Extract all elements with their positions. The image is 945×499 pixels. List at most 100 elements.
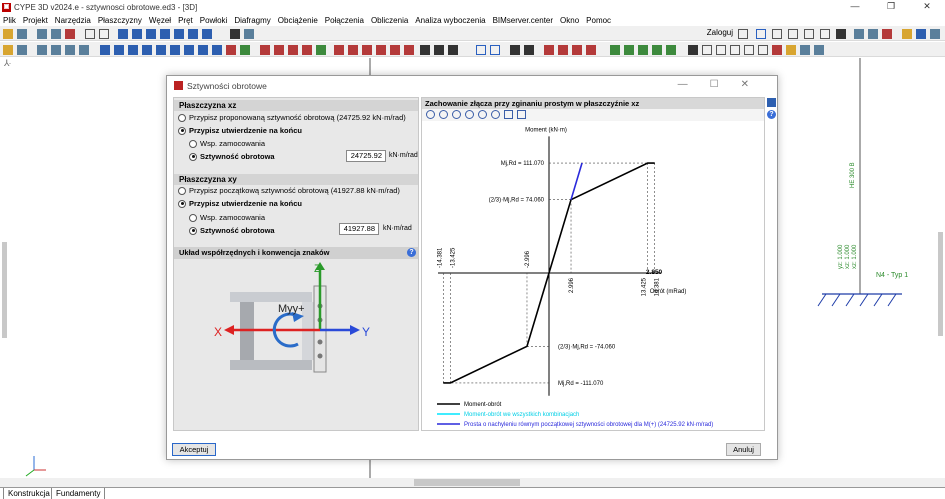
horizontal-scroll-thumb[interactable] xyxy=(414,479,520,486)
calculate-icon[interactable] xyxy=(510,45,520,55)
diagram-axial-icon[interactable] xyxy=(572,45,582,55)
menu-powloki[interactable]: Powłoki xyxy=(200,16,228,25)
right-scrollbar[interactable] xyxy=(936,72,945,478)
chart-zoom-icon[interactable] xyxy=(478,110,487,119)
chart-print-icon[interactable] xyxy=(504,110,513,119)
pipe-icon[interactable] xyxy=(420,45,430,55)
redo-icon[interactable] xyxy=(99,29,109,39)
xz-stiffness-input[interactable]: 24725.92 xyxy=(346,150,386,162)
xz-coef-radio[interactable]: Wsp. zamocowania xyxy=(189,139,265,148)
slab-icon[interactable] xyxy=(448,45,458,55)
minimize-button[interactable]: — xyxy=(837,0,873,13)
load-delete-icon[interactable] xyxy=(302,45,312,55)
undo-icon[interactable] xyxy=(85,29,95,39)
grid-view-icon[interactable] xyxy=(772,29,782,39)
menu-narzedzia[interactable]: Narzędzia xyxy=(55,16,91,25)
zoom-out-icon[interactable] xyxy=(160,29,170,39)
print-icon[interactable] xyxy=(37,29,47,39)
load-view-icon[interactable] xyxy=(316,45,326,55)
export-3d-icon[interactable] xyxy=(800,45,810,55)
dialog-maximize-button[interactable]: ☐ xyxy=(710,79,741,90)
right-scroll-thumb[interactable] xyxy=(938,232,943,336)
open-file-icon[interactable] xyxy=(3,29,13,39)
seismic-icon[interactable] xyxy=(376,45,386,55)
coord-help-icon[interactable]: ? xyxy=(407,248,416,257)
deflection-icon[interactable] xyxy=(156,45,166,55)
diagram-shear-icon[interactable] xyxy=(558,45,568,55)
menu-plik[interactable]: Plik xyxy=(3,16,16,25)
xy-initial-radio[interactable]: Przypisz początkową sztywność obrotową (… xyxy=(178,186,400,195)
layers-icon[interactable] xyxy=(3,45,13,55)
search-icon[interactable] xyxy=(738,29,748,39)
measure-icon[interactable] xyxy=(744,45,754,55)
xy-stiffness-radio[interactable]: Sztywność obrotowa xyxy=(189,226,275,235)
help-icon[interactable] xyxy=(916,29,926,39)
bar-group-icon[interactable] xyxy=(79,45,89,55)
export-icon[interactable] xyxy=(882,29,892,39)
chart-zoom-out-icon[interactable] xyxy=(465,110,474,119)
table-icon[interactable] xyxy=(716,45,726,55)
perspective-icon[interactable] xyxy=(244,29,254,39)
diagram-deform-icon[interactable] xyxy=(586,45,596,55)
material-icon[interactable] xyxy=(128,45,138,55)
bar-icon[interactable] xyxy=(51,45,61,55)
save-icon[interactable] xyxy=(17,29,27,39)
xy-coef-radio[interactable]: Wsp. zamocowania xyxy=(189,213,265,222)
drawing-icon[interactable] xyxy=(702,45,712,55)
menu-plaszczyzny[interactable]: Płaszczyzny xyxy=(98,16,142,25)
menu-okno[interactable]: Okno xyxy=(560,16,579,25)
menu-pret[interactable]: Pręt xyxy=(178,16,193,25)
xy-stiffness-input[interactable]: 41927.88 xyxy=(339,223,379,235)
xz-stiffness-radio[interactable]: Sztywność obrotowa xyxy=(189,152,275,161)
rotate-icon[interactable] xyxy=(804,29,814,39)
grid-icon[interactable] xyxy=(51,29,61,39)
load-panel-icon[interactable] xyxy=(288,45,298,55)
stiffness-icon[interactable] xyxy=(240,45,250,55)
plate-icon[interactable] xyxy=(434,45,444,55)
snow-icon[interactable] xyxy=(390,45,400,55)
zoom-window-icon[interactable] xyxy=(118,29,128,39)
release-icon[interactable] xyxy=(184,45,194,55)
layer-icon[interactable] xyxy=(772,45,782,55)
horizontal-scrollbar[interactable] xyxy=(0,478,945,487)
xz-proposed-radio[interactable]: Przypisz proponowaną sztywność obrotową … xyxy=(178,113,406,122)
node-icon[interactable] xyxy=(37,45,47,55)
user-icon[interactable] xyxy=(902,29,912,39)
chart-pan-icon[interactable] xyxy=(491,110,500,119)
section-icon[interactable] xyxy=(114,45,124,55)
magnet-icon[interactable] xyxy=(65,29,75,39)
chart-zoom-window-icon[interactable] xyxy=(426,110,435,119)
check-icon[interactable] xyxy=(610,45,620,55)
wind-icon[interactable] xyxy=(362,45,372,55)
maximize-button[interactable]: ❐ xyxy=(873,0,909,13)
support-icon[interactable] xyxy=(212,45,222,55)
menu-projekt[interactable]: Projekt xyxy=(23,16,48,25)
dialog-help-icon[interactable]: ? xyxy=(767,110,776,119)
left-scrollbar[interactable] xyxy=(0,72,9,478)
report-icon[interactable] xyxy=(730,45,740,55)
menu-obciazenie[interactable]: Obciążenie xyxy=(278,16,318,25)
zoom-in-icon[interactable] xyxy=(146,29,156,39)
fixity-icon[interactable] xyxy=(198,45,208,55)
load-bar-icon[interactable] xyxy=(274,45,284,55)
copy-icon[interactable] xyxy=(820,29,830,39)
load-node-icon[interactable] xyxy=(260,45,270,55)
cross-icon[interactable] xyxy=(836,29,846,39)
move-icon[interactable] xyxy=(100,45,110,55)
diagram-moment-icon[interactable] xyxy=(544,45,554,55)
hypothesis-icon[interactable] xyxy=(334,45,344,55)
quantity-icon[interactable] xyxy=(758,45,768,55)
bracing-icon[interactable] xyxy=(170,45,180,55)
dialog-minimize-button[interactable]: — xyxy=(678,79,710,90)
redraw-icon[interactable] xyxy=(202,29,212,39)
check-joint-icon[interactable] xyxy=(652,45,662,55)
chart-zoom-all-icon[interactable] xyxy=(439,110,448,119)
view-icon[interactable] xyxy=(230,29,240,39)
zoom-icon[interactable] xyxy=(174,29,184,39)
xz-assign-end-radio[interactable]: Przypisz utwierdzenie na końcu xyxy=(178,126,302,135)
cloud-icon[interactable] xyxy=(868,29,878,39)
animate-icon[interactable] xyxy=(814,45,824,55)
profile-icon[interactable] xyxy=(788,29,798,39)
chart-export-icon[interactable] xyxy=(517,110,526,119)
check-weld-icon[interactable] xyxy=(666,45,676,55)
